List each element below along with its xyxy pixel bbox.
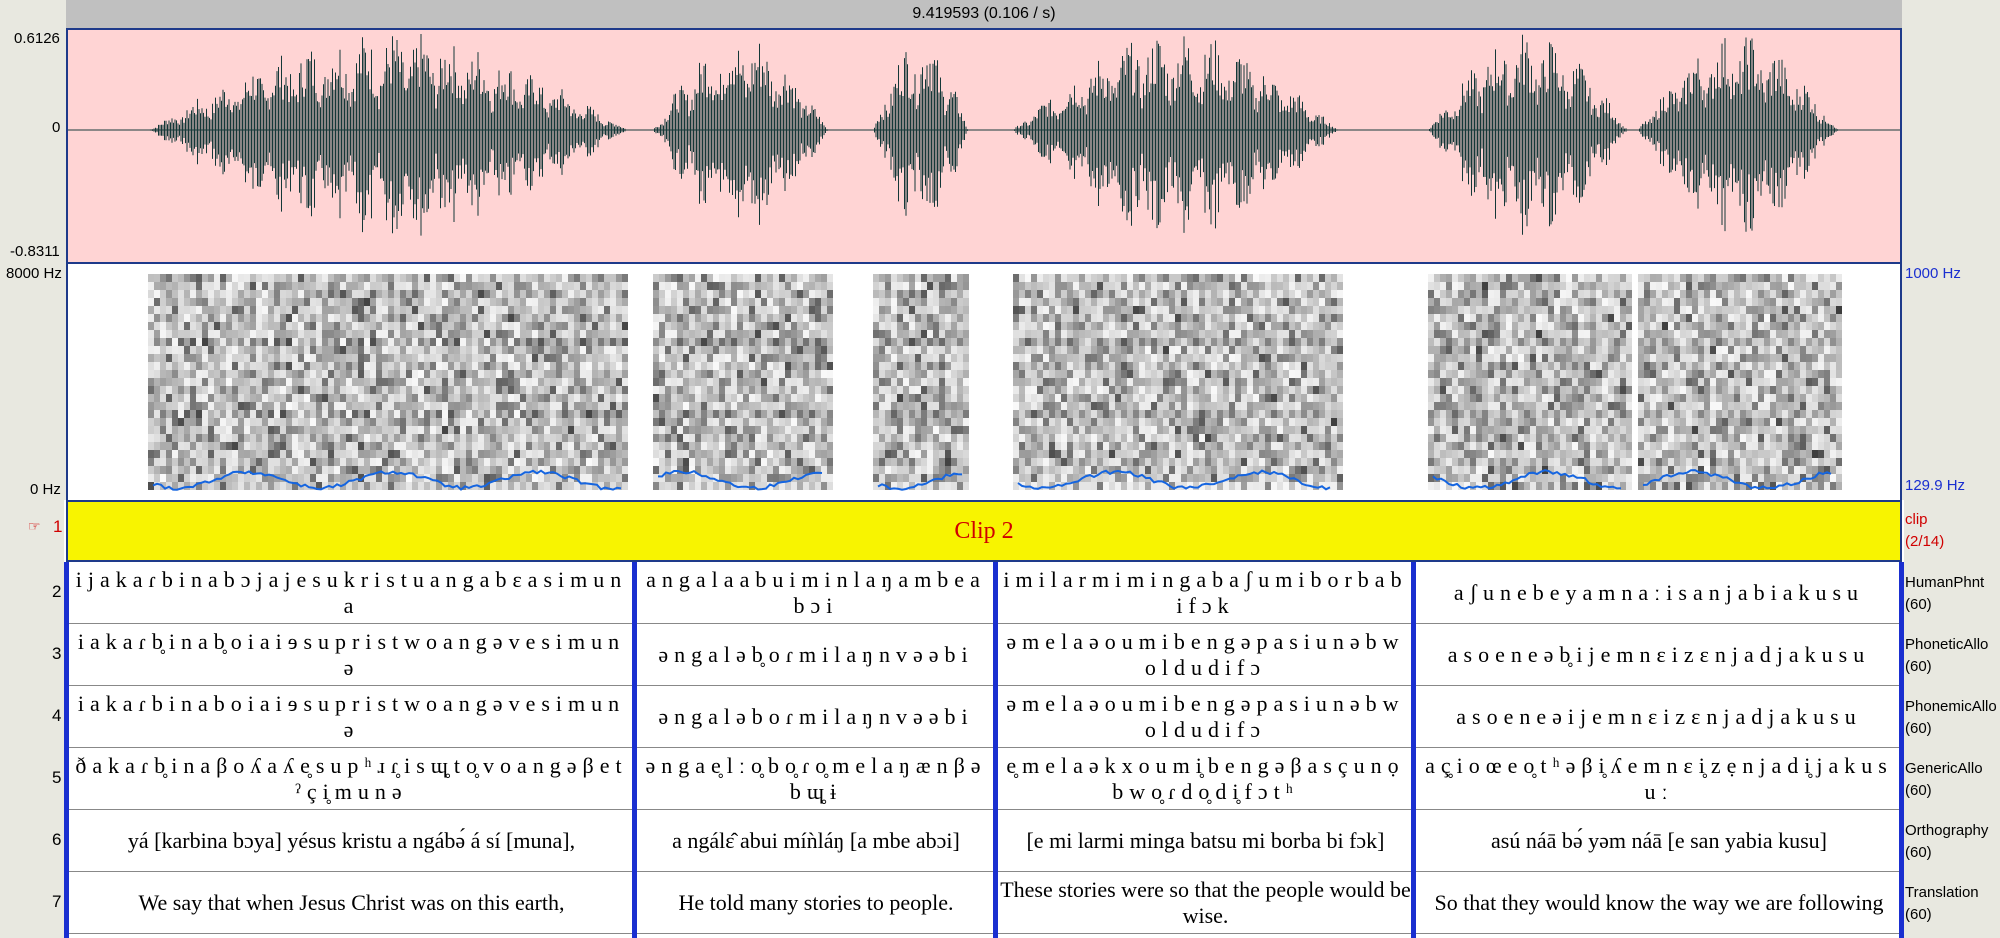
clip-label: Clip 2 bbox=[954, 517, 1014, 544]
pitch-top-label: 1000 Hz bbox=[1905, 265, 1961, 282]
tier-row-phonemicallo: iakaɾbinaboiaiɘsupristwoangəvesimunə ənga… bbox=[66, 686, 1902, 748]
tier-name-label: Orthography (60) bbox=[1905, 822, 1989, 861]
segment-boundary[interactable] bbox=[64, 562, 69, 938]
annotation-cell[interactable]: əngaləb̥oɾmilaŋnvəəbi bbox=[637, 624, 995, 685]
clip-tier-name: clip (2/14) bbox=[1905, 511, 1945, 550]
waveform-min-label: -0.8311 bbox=[10, 243, 60, 260]
annotation-cell[interactable]: əmelaəoumibengəpasiunəbwoldudifɔ bbox=[998, 686, 1413, 747]
annotation-cell[interactable]: aʃunebeyamnaːisanjabiakusu bbox=[1416, 562, 1902, 623]
tier-number: 3 bbox=[52, 644, 62, 663]
tier-row-phoneticallo: iakaɾb̥inab̥oiaiɘsupristwoangəvesimunə ən… bbox=[66, 624, 1902, 686]
spectrogram-bottom-label: 0 Hz bbox=[30, 481, 61, 498]
annotation-cell[interactable]: He told many stories to people. bbox=[637, 872, 995, 933]
annotation-cell[interactable]: asú náā bə́ yəm náā [e san yabia kusu] bbox=[1416, 810, 1902, 871]
annotation-cell[interactable]: yá [karbina bɔya] yésus kristu a ngábə́ … bbox=[69, 810, 634, 871]
waveform-zero-label: 0 bbox=[52, 119, 61, 136]
annotation-cell[interactable]: əmelaəoumibengəpasiunəbwoldudifɔ bbox=[998, 624, 1413, 685]
waveform-panel[interactable] bbox=[66, 28, 1902, 264]
time-display: 9.419593 (0.106 / s) bbox=[912, 5, 1056, 22]
annotation-cell[interactable]: əngaləboɾmilaŋnvəəbi bbox=[637, 686, 995, 747]
tier-number: 6 bbox=[52, 830, 62, 849]
time-ruler[interactable]: 9.419593 (0.106 / s) bbox=[66, 0, 1902, 29]
segment-boundary[interactable] bbox=[1899, 562, 1904, 938]
clip-tier[interactable]: Clip 2 bbox=[66, 500, 1902, 562]
tier-row-humanphnt: ijakaɾbinabɔjajesukristuangabɛasimuna ang… bbox=[66, 562, 1902, 624]
annotation-cell[interactable]: asoeneəb̥ijemnɛizɛnjadjakusu bbox=[1416, 624, 1902, 685]
annotation-cell[interactable]: asoeneəijemnɛizɛnjadjakusu bbox=[1416, 686, 1902, 747]
tier-name-label: GenericAllo (60) bbox=[1905, 760, 1983, 799]
clip-tier-number: 1 bbox=[53, 517, 63, 536]
segment-boundary[interactable] bbox=[993, 562, 998, 938]
tier-number: 5 bbox=[52, 768, 62, 787]
hand-pointer-icon: ☞ bbox=[28, 518, 41, 534]
waveform-plot bbox=[68, 34, 1900, 236]
tier-name-label: PhonemicAllo (60) bbox=[1905, 698, 1997, 737]
annotation-cell[interactable]: iakaɾb̥inab̥oiaiɘsupristwoangəvesimunə bbox=[69, 624, 634, 685]
annotation-cell[interactable]: ðakaɾb̥inaβoʎaʎe̥supʰɹɾ̥isɰ̥to̥voangəβet… bbox=[69, 748, 634, 809]
annotation-cell[interactable]: aç̥ioœeo̥tʰəβi̥ʎemnɛi̥zẹnjadi̥jakusuː bbox=[1416, 748, 1902, 809]
spectrogram-top-label: 8000 Hz bbox=[6, 265, 62, 282]
annotation-cell[interactable]: ijakaɾbinabɔjajesukristuangabɛasimuna bbox=[69, 562, 634, 623]
tier-number: 7 bbox=[52, 892, 62, 911]
segment-boundary[interactable] bbox=[1411, 562, 1416, 938]
annotation-cell[interactable]: So that they would know the way we are f… bbox=[1416, 872, 1902, 933]
tier-name-label: Translation (60) bbox=[1905, 884, 1979, 923]
pitch-bottom-label: 129.9 Hz bbox=[1905, 477, 1966, 494]
tier-row-genericallo: ðakaɾb̥inaβoʎaʎe̥supʰɹɾ̥isɰ̥to̥voangəβet… bbox=[66, 748, 1902, 810]
annotation-cell[interactable]: angalaabuiminlaŋambeabɔi bbox=[637, 562, 995, 623]
annotation-cell[interactable]: These stories were so that the people wo… bbox=[998, 872, 1413, 933]
spectrogram-panel[interactable] bbox=[66, 264, 1902, 500]
spectrogram-plot bbox=[148, 274, 1842, 491]
annotation-cell[interactable]: əngae̥lːo̥bo̥ɾo̥melaŋænβəbɰ̥ɨ bbox=[637, 748, 995, 809]
annotation-cell[interactable]: imilarmimingabaʃumiborbabifɔk bbox=[998, 562, 1413, 623]
annotation-cell[interactable]: e̥melaəkxoumi̥bengəβasçunọbwo̥ɾdo̥di̥fɔt… bbox=[998, 748, 1413, 809]
tier-name-label: HumanPhnt (60) bbox=[1905, 574, 1985, 613]
tier-name-label: PhoneticAllo (60) bbox=[1905, 636, 1989, 675]
annotation-cell[interactable]: a ngálɛ̂ abui míǹláŋ [a mbe abɔi] bbox=[637, 810, 995, 871]
tier-row-translation: We say that when Jesus Christ was on thi… bbox=[66, 872, 1902, 934]
annotation-cell[interactable]: iakaɾbinaboiaiɘsupristwoangəvesimunə bbox=[69, 686, 634, 747]
segment-boundary[interactable] bbox=[632, 562, 637, 938]
annotation-cell[interactable]: [e mi larmi minga batsu mi borba bi fɔk] bbox=[998, 810, 1413, 871]
tier-number: 2 bbox=[52, 582, 62, 601]
tier-row-orthography: yá [karbina bɔya] yésus kristu a ngábə́ … bbox=[66, 810, 1902, 872]
waveform-max-label: 0.6126 bbox=[14, 30, 60, 47]
annotation-cell[interactable]: We say that when Jesus Christ was on thi… bbox=[69, 872, 634, 933]
tier-number: 4 bbox=[52, 706, 62, 725]
